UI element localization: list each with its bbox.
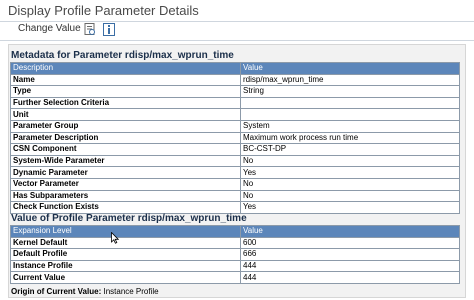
row-label: Parameter Description — [10, 131, 241, 145]
row-value: BC-CST-DP — [240, 143, 460, 156]
column-header-description[interactable]: Description — [10, 62, 241, 75]
row-label: CSN Component — [10, 143, 241, 156]
row-value: 666 — [240, 248, 460, 261]
origin-value: Instance Profile — [103, 287, 159, 296]
row-label: Has Subparameters — [10, 189, 241, 203]
table-row[interactable]: Further Selection Criteria — [10, 96, 460, 110]
table-row[interactable]: Vector Parameter No — [10, 177, 460, 191]
row-value: Yes — [240, 201, 460, 214]
table-header-row: Description Value — [10, 62, 460, 75]
row-label: Further Selection Criteria — [10, 96, 241, 110]
row-label: System-Wide Parameter — [10, 154, 241, 168]
profile-values-table: Expansion Level Value Kernel Default 600 … — [10, 225, 460, 284]
table-row[interactable]: System-Wide Parameter No — [10, 154, 460, 168]
row-label: Name — [10, 73, 241, 87]
row-label: Dynamic Parameter — [10, 166, 241, 179]
row-value: Yes — [240, 166, 460, 179]
row-value: System — [240, 119, 460, 133]
table-row[interactable]: Unit — [10, 108, 460, 121]
row-value: No — [240, 154, 460, 168]
mouse-pointer-icon — [111, 232, 119, 244]
column-header-expansion-level[interactable]: Expansion Level — [10, 225, 241, 238]
row-value — [240, 108, 460, 121]
table-row[interactable]: Current Value 444 — [10, 271, 460, 284]
title-bar: Display Profile Parameter Details — [0, 0, 474, 22]
row-label: Current Value — [10, 271, 241, 284]
row-value: No — [240, 189, 460, 203]
row-value: Maximum work process run time — [240, 131, 460, 145]
origin-label: Origin of Current Value: — [11, 287, 102, 296]
table-row[interactable]: Default Profile 666 — [10, 248, 460, 261]
row-label: Kernel Default — [10, 236, 241, 250]
metadata-table: Description Value Name rdisp/max_wprun_ti… — [10, 62, 460, 214]
toolbar: Change Value — [0, 22, 474, 40]
table-row[interactable]: Has Subparameters No — [10, 189, 460, 203]
toolbar-divider — [0, 40, 474, 41]
info-icon[interactable] — [103, 23, 115, 36]
row-value: No — [240, 177, 460, 191]
table-row[interactable]: CSN Component BC-CST-DP — [10, 143, 460, 156]
row-label: Unit — [10, 108, 241, 121]
table-row[interactable]: Kernel Default 600 — [10, 236, 460, 250]
row-value: 444 — [240, 271, 460, 284]
column-header-value[interactable]: Value — [240, 225, 460, 238]
origin-of-current-value: Origin of Current Value: Instance Profil… — [11, 287, 159, 296]
table-row[interactable]: Check Function Exists Yes — [10, 201, 460, 214]
row-label: Default Profile — [10, 248, 241, 261]
metadata-section-title: Metadata for Parameter rdisp/max_wprun_t… — [11, 50, 234, 61]
row-value: String — [240, 85, 460, 98]
row-label: Parameter Group — [10, 119, 241, 133]
row-value: 600 — [240, 236, 460, 250]
row-label: Instance Profile — [10, 259, 241, 273]
window-title: Display Profile Parameter Details — [8, 3, 199, 18]
table-row[interactable]: Type String — [10, 85, 460, 98]
row-label: Type — [10, 85, 241, 98]
profile-values-section-title: Value of Profile Parameter rdisp/max_wpr… — [11, 213, 247, 224]
column-header-value[interactable]: Value — [240, 62, 460, 75]
row-value: 444 — [240, 259, 460, 273]
table-header-row: Expansion Level Value — [10, 225, 460, 238]
table-row[interactable]: Parameter Description Maximum work proces… — [10, 131, 460, 145]
table-row[interactable]: Parameter Group System — [10, 119, 460, 133]
technical-info-icon[interactable] — [84, 23, 96, 36]
change-value-button[interactable]: Change Value — [18, 23, 81, 34]
row-label: Check Function Exists — [10, 201, 241, 214]
row-value: rdisp/max_wprun_time — [240, 73, 460, 87]
row-value — [240, 96, 460, 110]
table-row[interactable]: Name rdisp/max_wprun_time — [10, 73, 460, 87]
table-row[interactable]: Dynamic Parameter Yes — [10, 166, 460, 179]
row-label: Vector Parameter — [10, 177, 241, 191]
table-row[interactable]: Instance Profile 444 — [10, 259, 460, 273]
